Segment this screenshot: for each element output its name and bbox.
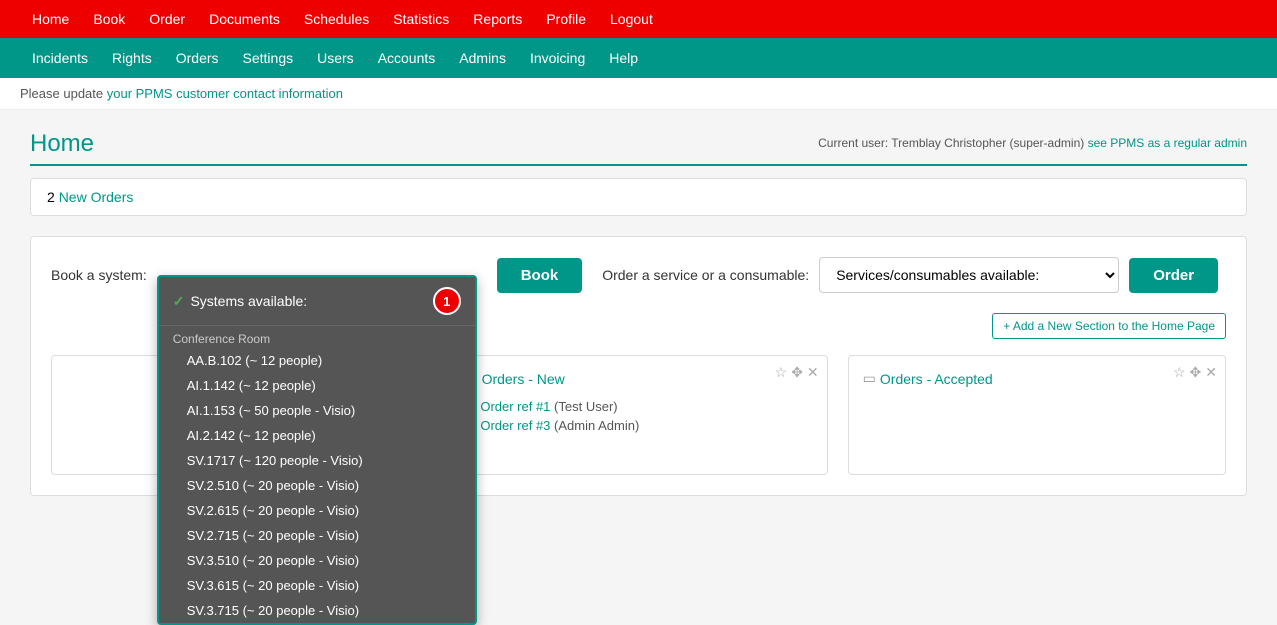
info-bar-text: Please update bbox=[20, 86, 107, 101]
nav-statistics[interactable]: Statistics bbox=[381, 0, 461, 38]
add-section-button[interactable]: + Add a New Section to the Home Page bbox=[992, 313, 1226, 339]
nav-reports[interactable]: Reports bbox=[461, 0, 534, 38]
dropdown-item-5[interactable]: SV.2.510 (~ 20 people - Visio) bbox=[159, 473, 475, 498]
sec-nav-accounts[interactable]: Accounts bbox=[366, 38, 448, 78]
services-select[interactable]: Services/consumables available: bbox=[819, 257, 1119, 293]
dropdown-header: ✓ Systems available: 1 bbox=[159, 277, 475, 326]
widget-icon-move-2[interactable]: ✥ bbox=[791, 364, 803, 381]
current-user-info: Current user: Tremblay Christopher (supe… bbox=[818, 136, 1247, 150]
book-button[interactable]: Book bbox=[497, 258, 583, 293]
nav-home[interactable]: Home bbox=[20, 0, 81, 38]
orders-accepted-title[interactable]: ▭ Orders - Accepted bbox=[863, 370, 1211, 387]
orders-accepted-expand-icon: ▭ bbox=[863, 370, 876, 387]
widget-icon-star-3[interactable]: ☆ bbox=[1173, 364, 1186, 381]
dropdown-item-1[interactable]: AI.1.142 (~ 12 people) bbox=[159, 373, 475, 398]
widget-card-orders-new: ☆ ✥ ✕ ▭ Orders - New Order ref #1 (Test … bbox=[449, 355, 827, 475]
nav-documents[interactable]: Documents bbox=[197, 0, 292, 38]
sec-nav-help[interactable]: Help bbox=[597, 38, 650, 78]
sec-nav-invoicing[interactable]: Invoicing bbox=[518, 38, 597, 78]
see-as-regular-admin-link[interactable]: see PPMS as a regular admin bbox=[1088, 136, 1247, 150]
top-nav: Home Book Order Documents Schedules Stat… bbox=[0, 0, 1277, 38]
dropdown-item-7[interactable]: SV.2.715 (~ 20 people - Visio) bbox=[159, 523, 475, 548]
ppms-link[interactable]: your PPMS customer contact information bbox=[107, 86, 343, 101]
nav-profile[interactable]: Profile bbox=[534, 0, 598, 38]
order-button[interactable]: Order bbox=[1129, 258, 1218, 293]
sec-nav-admins[interactable]: Admins bbox=[447, 38, 518, 78]
widget-icon-star-2[interactable]: ☆ bbox=[775, 364, 788, 381]
sec-nav-rights[interactable]: Rights bbox=[100, 38, 164, 78]
dropdown-item-2[interactable]: AI.1.153 (~ 50 people - Visio) bbox=[159, 398, 475, 423]
orders-new-title[interactable]: ▭ Orders - New bbox=[464, 370, 812, 387]
book-section-label: Book a system: bbox=[51, 267, 147, 283]
widget-icons-orders-accepted: ☆ ✥ ✕ bbox=[1173, 364, 1217, 381]
cards-area: Book a system: ✓ Systems available: 1 Co… bbox=[30, 236, 1247, 496]
new-orders-count: 2 bbox=[47, 189, 55, 205]
new-orders-link[interactable]: New Orders bbox=[59, 189, 134, 205]
order-section-label: Order a service or a consumable: bbox=[602, 267, 809, 283]
dropdown-badge: 1 bbox=[433, 287, 461, 315]
widget-icon-move-3[interactable]: ✥ bbox=[1190, 364, 1202, 381]
widget-icon-close-2[interactable]: ✕ bbox=[807, 364, 819, 381]
order-ref-1-link[interactable]: Order ref #1 (Test User) bbox=[464, 397, 812, 416]
order-ref-3-link[interactable]: Order ref #3 (Admin Admin) bbox=[464, 416, 812, 435]
book-order-row: Book a system: ✓ Systems available: 1 Co… bbox=[51, 257, 1226, 293]
dropdown-selected-label: Systems available: bbox=[190, 293, 307, 309]
dropdown-item-0[interactable]: AA.B.102 (~ 12 people) bbox=[159, 348, 475, 373]
dropdown-item-6[interactable]: SV.2.615 (~ 20 people - Visio) bbox=[159, 498, 475, 523]
nav-logout[interactable]: Logout bbox=[598, 0, 665, 38]
dropdown-group-label: Conference Room bbox=[159, 326, 475, 348]
dropdown-item-9[interactable]: SV.3.615 (~ 20 people - Visio) bbox=[159, 573, 475, 598]
book-section: Book a system: ✓ Systems available: 1 Co… bbox=[51, 258, 582, 293]
sec-nav-settings[interactable]: Settings bbox=[231, 38, 306, 78]
sec-nav-incidents[interactable]: Incidents bbox=[20, 38, 100, 78]
checkmark-icon: ✓ bbox=[173, 293, 185, 310]
sec-nav: Incidents Rights Orders Settings Users A… bbox=[0, 38, 1277, 78]
new-orders-banner: 2 New Orders bbox=[30, 178, 1247, 216]
nav-book[interactable]: Book bbox=[81, 0, 137, 38]
sec-nav-users[interactable]: Users bbox=[305, 38, 366, 78]
main-content: Current user: Tremblay Christopher (supe… bbox=[0, 110, 1277, 592]
dropdown-item-3[interactable]: AI.2.142 (~ 12 people) bbox=[159, 423, 475, 448]
nav-schedules[interactable]: Schedules bbox=[292, 0, 381, 38]
sec-nav-orders[interactable]: Orders bbox=[164, 38, 231, 78]
dropdown-item-4[interactable]: SV.1717 (~ 120 people - Visio) bbox=[159, 448, 475, 473]
widget-icon-close-3[interactable]: ✕ bbox=[1205, 364, 1217, 381]
widget-card-orders-accepted: ☆ ✥ ✕ ▭ Orders - Accepted bbox=[848, 355, 1226, 475]
widget-icons-orders-new: ☆ ✥ ✕ bbox=[775, 364, 819, 381]
info-bar: Please update your PPMS customer contact… bbox=[0, 78, 1277, 110]
nav-order[interactable]: Order bbox=[137, 0, 197, 38]
order-section: Order a service or a consumable: Service… bbox=[602, 257, 1218, 293]
dropdown-item-8[interactable]: SV.3.510 (~ 20 people - Visio) bbox=[159, 548, 475, 573]
system-dropdown-menu[interactable]: ✓ Systems available: 1 Conference Room A… bbox=[157, 275, 477, 625]
